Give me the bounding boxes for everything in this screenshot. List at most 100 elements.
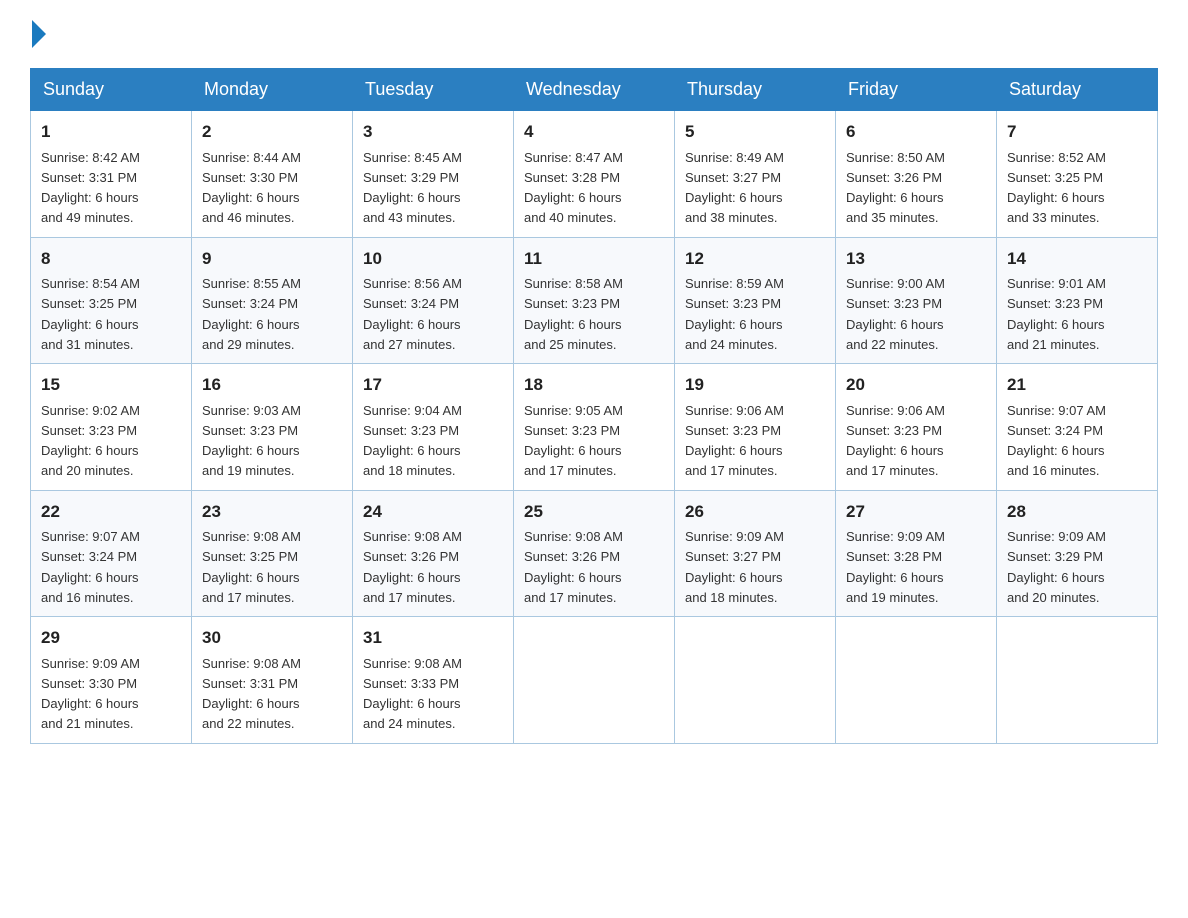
- calendar-cell: 19 Sunrise: 9:06 AMSunset: 3:23 PMDaylig…: [675, 364, 836, 491]
- day-number: 16: [202, 372, 342, 398]
- day-info: Sunrise: 8:47 AMSunset: 3:28 PMDaylight:…: [524, 150, 623, 226]
- day-number: 17: [363, 372, 503, 398]
- day-number: 11: [524, 246, 664, 272]
- day-number: 1: [41, 119, 181, 145]
- calendar-cell: [997, 617, 1158, 744]
- calendar-week-row: 29 Sunrise: 9:09 AMSunset: 3:30 PMDaylig…: [31, 617, 1158, 744]
- logo-triangle-icon: [32, 20, 46, 48]
- col-header-friday: Friday: [836, 69, 997, 111]
- calendar-cell: 17 Sunrise: 9:04 AMSunset: 3:23 PMDaylig…: [353, 364, 514, 491]
- day-number: 29: [41, 625, 181, 651]
- day-info: Sunrise: 9:02 AMSunset: 3:23 PMDaylight:…: [41, 403, 140, 479]
- calendar-cell: 24 Sunrise: 9:08 AMSunset: 3:26 PMDaylig…: [353, 490, 514, 617]
- day-info: Sunrise: 9:09 AMSunset: 3:30 PMDaylight:…: [41, 656, 140, 732]
- day-info: Sunrise: 8:49 AMSunset: 3:27 PMDaylight:…: [685, 150, 784, 226]
- calendar-cell: 26 Sunrise: 9:09 AMSunset: 3:27 PMDaylig…: [675, 490, 836, 617]
- day-number: 30: [202, 625, 342, 651]
- calendar-cell: 27 Sunrise: 9:09 AMSunset: 3:28 PMDaylig…: [836, 490, 997, 617]
- calendar-cell: 21 Sunrise: 9:07 AMSunset: 3:24 PMDaylig…: [997, 364, 1158, 491]
- calendar-cell: 29 Sunrise: 9:09 AMSunset: 3:30 PMDaylig…: [31, 617, 192, 744]
- day-number: 19: [685, 372, 825, 398]
- day-info: Sunrise: 9:09 AMSunset: 3:28 PMDaylight:…: [846, 529, 945, 605]
- day-number: 26: [685, 499, 825, 525]
- calendar-cell: 7 Sunrise: 8:52 AMSunset: 3:25 PMDayligh…: [997, 111, 1158, 238]
- day-number: 2: [202, 119, 342, 145]
- day-info: Sunrise: 9:08 AMSunset: 3:31 PMDaylight:…: [202, 656, 301, 732]
- day-number: 24: [363, 499, 503, 525]
- day-info: Sunrise: 8:42 AMSunset: 3:31 PMDaylight:…: [41, 150, 140, 226]
- day-number: 14: [1007, 246, 1147, 272]
- day-number: 5: [685, 119, 825, 145]
- day-info: Sunrise: 8:54 AMSunset: 3:25 PMDaylight:…: [41, 276, 140, 352]
- calendar-cell: 14 Sunrise: 9:01 AMSunset: 3:23 PMDaylig…: [997, 237, 1158, 364]
- day-number: 3: [363, 119, 503, 145]
- calendar-table: SundayMondayTuesdayWednesdayThursdayFrid…: [30, 68, 1158, 744]
- calendar-cell: 3 Sunrise: 8:45 AMSunset: 3:29 PMDayligh…: [353, 111, 514, 238]
- calendar-header-row: SundayMondayTuesdayWednesdayThursdayFrid…: [31, 69, 1158, 111]
- day-info: Sunrise: 8:45 AMSunset: 3:29 PMDaylight:…: [363, 150, 462, 226]
- day-info: Sunrise: 9:08 AMSunset: 3:26 PMDaylight:…: [363, 529, 462, 605]
- calendar-week-row: 8 Sunrise: 8:54 AMSunset: 3:25 PMDayligh…: [31, 237, 1158, 364]
- day-number: 28: [1007, 499, 1147, 525]
- day-info: Sunrise: 9:01 AMSunset: 3:23 PMDaylight:…: [1007, 276, 1106, 352]
- calendar-cell: 11 Sunrise: 8:58 AMSunset: 3:23 PMDaylig…: [514, 237, 675, 364]
- day-info: Sunrise: 9:08 AMSunset: 3:26 PMDaylight:…: [524, 529, 623, 605]
- calendar-cell: 8 Sunrise: 8:54 AMSunset: 3:25 PMDayligh…: [31, 237, 192, 364]
- calendar-cell: 16 Sunrise: 9:03 AMSunset: 3:23 PMDaylig…: [192, 364, 353, 491]
- day-info: Sunrise: 9:08 AMSunset: 3:25 PMDaylight:…: [202, 529, 301, 605]
- calendar-cell: 13 Sunrise: 9:00 AMSunset: 3:23 PMDaylig…: [836, 237, 997, 364]
- calendar-cell: 15 Sunrise: 9:02 AMSunset: 3:23 PMDaylig…: [31, 364, 192, 491]
- col-header-monday: Monday: [192, 69, 353, 111]
- logo-blue-part: [30, 20, 46, 48]
- calendar-week-row: 1 Sunrise: 8:42 AMSunset: 3:31 PMDayligh…: [31, 111, 1158, 238]
- day-number: 25: [524, 499, 664, 525]
- day-number: 13: [846, 246, 986, 272]
- col-header-thursday: Thursday: [675, 69, 836, 111]
- day-number: 27: [846, 499, 986, 525]
- day-number: 21: [1007, 372, 1147, 398]
- day-number: 20: [846, 372, 986, 398]
- day-number: 18: [524, 372, 664, 398]
- day-number: 10: [363, 246, 503, 272]
- logo: [30, 20, 46, 48]
- day-info: Sunrise: 9:07 AMSunset: 3:24 PMDaylight:…: [41, 529, 140, 605]
- page-header: [30, 20, 1158, 48]
- calendar-cell: 9 Sunrise: 8:55 AMSunset: 3:24 PMDayligh…: [192, 237, 353, 364]
- calendar-cell: 2 Sunrise: 8:44 AMSunset: 3:30 PMDayligh…: [192, 111, 353, 238]
- day-info: Sunrise: 8:56 AMSunset: 3:24 PMDaylight:…: [363, 276, 462, 352]
- calendar-cell: 4 Sunrise: 8:47 AMSunset: 3:28 PMDayligh…: [514, 111, 675, 238]
- calendar-cell: 10 Sunrise: 8:56 AMSunset: 3:24 PMDaylig…: [353, 237, 514, 364]
- day-info: Sunrise: 9:00 AMSunset: 3:23 PMDaylight:…: [846, 276, 945, 352]
- day-info: Sunrise: 9:05 AMSunset: 3:23 PMDaylight:…: [524, 403, 623, 479]
- day-info: Sunrise: 9:06 AMSunset: 3:23 PMDaylight:…: [685, 403, 784, 479]
- day-number: 22: [41, 499, 181, 525]
- calendar-cell: [675, 617, 836, 744]
- calendar-week-row: 22 Sunrise: 9:07 AMSunset: 3:24 PMDaylig…: [31, 490, 1158, 617]
- day-info: Sunrise: 8:58 AMSunset: 3:23 PMDaylight:…: [524, 276, 623, 352]
- col-header-saturday: Saturday: [997, 69, 1158, 111]
- day-number: 7: [1007, 119, 1147, 145]
- calendar-cell: [514, 617, 675, 744]
- day-number: 4: [524, 119, 664, 145]
- day-info: Sunrise: 9:03 AMSunset: 3:23 PMDaylight:…: [202, 403, 301, 479]
- calendar-cell: 18 Sunrise: 9:05 AMSunset: 3:23 PMDaylig…: [514, 364, 675, 491]
- calendar-cell: 25 Sunrise: 9:08 AMSunset: 3:26 PMDaylig…: [514, 490, 675, 617]
- calendar-cell: 31 Sunrise: 9:08 AMSunset: 3:33 PMDaylig…: [353, 617, 514, 744]
- day-info: Sunrise: 9:09 AMSunset: 3:27 PMDaylight:…: [685, 529, 784, 605]
- calendar-cell: 30 Sunrise: 9:08 AMSunset: 3:31 PMDaylig…: [192, 617, 353, 744]
- day-info: Sunrise: 8:52 AMSunset: 3:25 PMDaylight:…: [1007, 150, 1106, 226]
- day-info: Sunrise: 8:50 AMSunset: 3:26 PMDaylight:…: [846, 150, 945, 226]
- calendar-cell: 5 Sunrise: 8:49 AMSunset: 3:27 PMDayligh…: [675, 111, 836, 238]
- day-info: Sunrise: 9:04 AMSunset: 3:23 PMDaylight:…: [363, 403, 462, 479]
- day-info: Sunrise: 9:09 AMSunset: 3:29 PMDaylight:…: [1007, 529, 1106, 605]
- day-number: 8: [41, 246, 181, 272]
- calendar-cell: 1 Sunrise: 8:42 AMSunset: 3:31 PMDayligh…: [31, 111, 192, 238]
- calendar-cell: 12 Sunrise: 8:59 AMSunset: 3:23 PMDaylig…: [675, 237, 836, 364]
- day-number: 23: [202, 499, 342, 525]
- day-info: Sunrise: 8:55 AMSunset: 3:24 PMDaylight:…: [202, 276, 301, 352]
- day-number: 6: [846, 119, 986, 145]
- day-number: 31: [363, 625, 503, 651]
- calendar-cell: 23 Sunrise: 9:08 AMSunset: 3:25 PMDaylig…: [192, 490, 353, 617]
- col-header-tuesday: Tuesday: [353, 69, 514, 111]
- calendar-cell: 22 Sunrise: 9:07 AMSunset: 3:24 PMDaylig…: [31, 490, 192, 617]
